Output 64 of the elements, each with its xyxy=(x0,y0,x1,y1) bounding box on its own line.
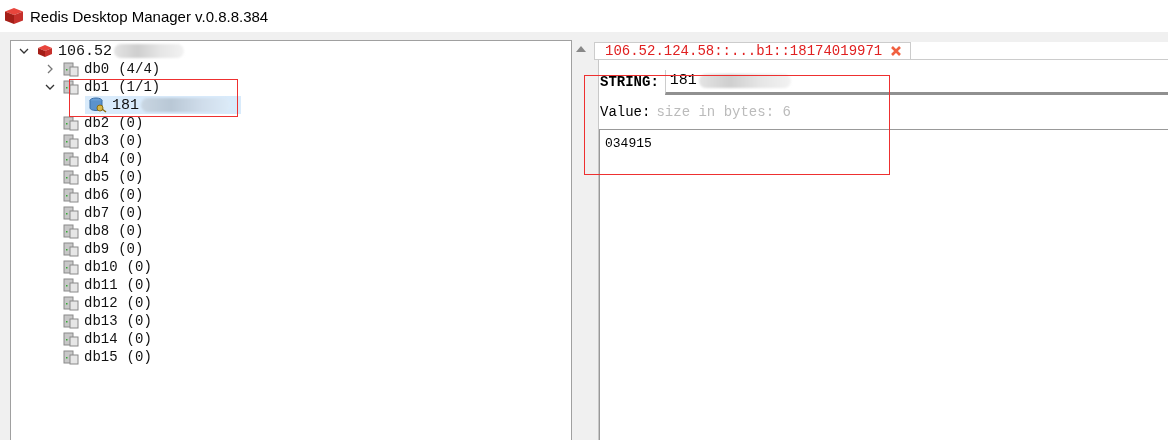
database-icon xyxy=(63,295,79,311)
key-count: (0) xyxy=(118,115,144,131)
database-icon xyxy=(63,79,79,95)
database-item[interactable]: db4 xyxy=(84,151,110,167)
database-item[interactable]: db8 xyxy=(84,223,110,239)
key-count: (0) xyxy=(126,295,152,311)
chevron-right-icon[interactable] xyxy=(45,64,55,74)
database-item[interactable]: db2 xyxy=(84,115,110,131)
redis-server-icon xyxy=(37,44,53,58)
database-icon xyxy=(63,349,79,365)
value-label: Value: xyxy=(600,104,651,120)
database-item[interactable]: db15 xyxy=(84,349,118,365)
type-label: STRING: xyxy=(600,74,659,90)
database-item[interactable]: db7 xyxy=(84,205,110,221)
app-logo-icon xyxy=(4,7,24,25)
key-item[interactable]: 181 xyxy=(85,96,241,114)
database-item[interactable]: db12 xyxy=(84,295,118,311)
database-item[interactable]: db13 xyxy=(84,313,118,329)
database-icon xyxy=(63,169,79,185)
database-icon xyxy=(63,61,79,77)
key-count: (0) xyxy=(118,151,144,167)
chevron-down-icon[interactable] xyxy=(45,82,55,92)
database-icon xyxy=(63,115,79,131)
database-icon xyxy=(63,331,79,347)
key-count: (0) xyxy=(118,169,144,185)
key-count: (0) xyxy=(126,331,152,347)
database-icon xyxy=(63,259,79,275)
key-count: (0) xyxy=(126,277,152,293)
database-icon xyxy=(63,151,79,167)
redaction-blur xyxy=(114,44,184,58)
key-count: (0) xyxy=(118,205,144,221)
key-count: (4/4) xyxy=(118,61,161,77)
scroll-up-icon[interactable] xyxy=(576,46,586,52)
close-icon[interactable] xyxy=(890,45,903,57)
server-name[interactable]: 106.52 xyxy=(58,42,112,60)
key-tab[interactable]: 106.52.124.58::...b1::18174019971 xyxy=(594,42,912,59)
database-icon xyxy=(63,133,79,149)
value-field[interactable]: 034915 xyxy=(599,129,1168,440)
database-icon xyxy=(63,313,79,329)
key-count: (0) xyxy=(126,313,152,329)
key-count: (1/1) xyxy=(118,79,161,95)
database-item[interactable]: db6 xyxy=(84,187,110,203)
database-item[interactable]: db14 xyxy=(84,331,118,347)
key-count: (0) xyxy=(126,259,152,275)
window-title: Redis Desktop Manager v.0.8.8.384 xyxy=(30,7,269,25)
database-item[interactable]: db1 xyxy=(84,79,110,95)
database-item[interactable]: db3 xyxy=(84,133,110,149)
database-item[interactable]: db10 xyxy=(84,259,118,275)
key-count: (0) xyxy=(118,241,144,257)
database-icon xyxy=(63,241,79,257)
database-icon xyxy=(63,277,79,293)
key-count: (0) xyxy=(118,133,144,149)
database-item[interactable]: db11 xyxy=(84,277,118,293)
key-count: (0) xyxy=(118,223,144,239)
database-icon xyxy=(63,205,79,221)
database-item[interactable]: db0 xyxy=(84,61,110,77)
database-item[interactable]: db5 xyxy=(84,169,110,185)
size-hint: size in bytes: 6 xyxy=(656,104,791,120)
key-count: (0) xyxy=(118,187,144,203)
database-item[interactable]: db9 xyxy=(84,241,110,257)
chevron-down-icon[interactable] xyxy=(19,46,29,56)
database-icon xyxy=(63,187,79,203)
key-count: (0) xyxy=(126,349,152,365)
database-icon xyxy=(63,223,79,239)
